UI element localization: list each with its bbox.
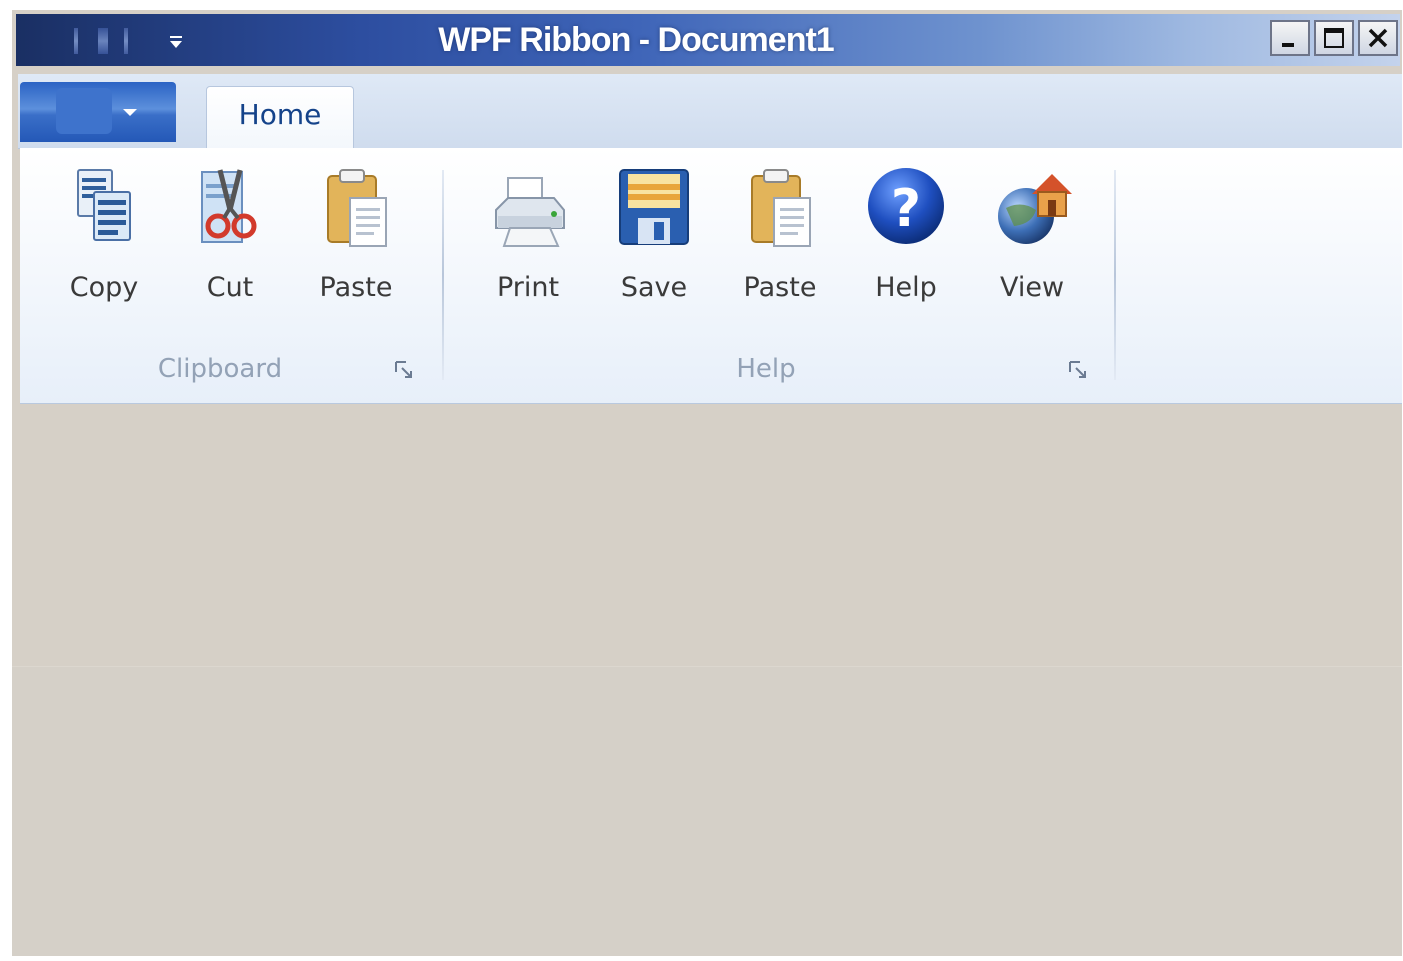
group-label-help: Help <box>736 354 796 384</box>
help-dialog-launcher-icon[interactable] <box>1068 360 1088 380</box>
maximize-icon <box>1324 28 1344 48</box>
scissors-icon <box>201 169 257 243</box>
window-title: WPF Ribbon - Document1 <box>438 21 834 59</box>
floppy-disk-icon <box>619 169 689 245</box>
ribbon-tab-row: Home <box>18 74 1402 149</box>
minimize-icon <box>1282 43 1294 47</box>
close-button[interactable] <box>1358 20 1398 56</box>
application-menu-button[interactable] <box>20 82 176 142</box>
chevron-down-icon <box>118 100 142 124</box>
copy-button[interactable]: Copy <box>54 164 154 314</box>
group-label-clipboard: Clipboard <box>157 354 283 384</box>
view-label: View <box>999 272 1065 303</box>
paste-button[interactable]: Paste <box>730 164 830 314</box>
ribbon-panel: Copy Cut Paste Clipboard Print Save Past… <box>20 148 1402 404</box>
copy-label: Copy <box>69 272 139 303</box>
printer-icon <box>495 177 565 247</box>
document-content-lower <box>12 666 1402 956</box>
tab-home[interactable]: Home <box>206 86 354 148</box>
cut-button[interactable]: Cut <box>180 164 280 314</box>
paste-label: Paste <box>319 272 393 303</box>
globe-house-icon <box>998 174 1072 244</box>
application-window: WPF Ribbon - Document1 Home Copy Cut Pas… <box>12 10 1402 956</box>
window-controls <box>1266 20 1398 62</box>
print-label: Print <box>496 272 560 303</box>
close-icon <box>1368 28 1388 48</box>
help-question-icon: ? <box>868 168 944 244</box>
paste-button[interactable]: Paste <box>306 164 406 314</box>
view-button[interactable]: View <box>982 164 1082 314</box>
print-button[interactable]: Print <box>478 164 578 314</box>
maximize-button[interactable] <box>1314 20 1354 56</box>
document-content-area[interactable] <box>12 404 1402 956</box>
app-menu-icon <box>56 88 112 134</box>
save-button[interactable]: Save <box>604 164 704 314</box>
clipboard-icon <box>751 169 811 247</box>
clipboard-dialog-launcher-icon[interactable] <box>394 360 414 380</box>
cut-label: Cut <box>206 272 254 303</box>
group-separator <box>1114 170 1116 380</box>
title-bar[interactable]: WPF Ribbon - Document1 <box>16 14 1400 66</box>
group-separator <box>442 170 444 380</box>
copy-icon <box>77 169 131 241</box>
ribbon-group-help: Print Save Paste ? Help View Help <box>446 148 1112 403</box>
save-label: Save <box>620 272 688 303</box>
minimize-button[interactable] <box>1270 20 1310 56</box>
paste-label: Paste <box>743 272 817 303</box>
svg-text:?: ? <box>891 179 921 239</box>
help-button[interactable]: ? Help <box>856 164 956 314</box>
clipboard-icon <box>327 169 387 247</box>
ribbon-group-clipboard: Copy Cut Paste Clipboard <box>20 148 440 403</box>
help-label: Help <box>875 272 937 303</box>
